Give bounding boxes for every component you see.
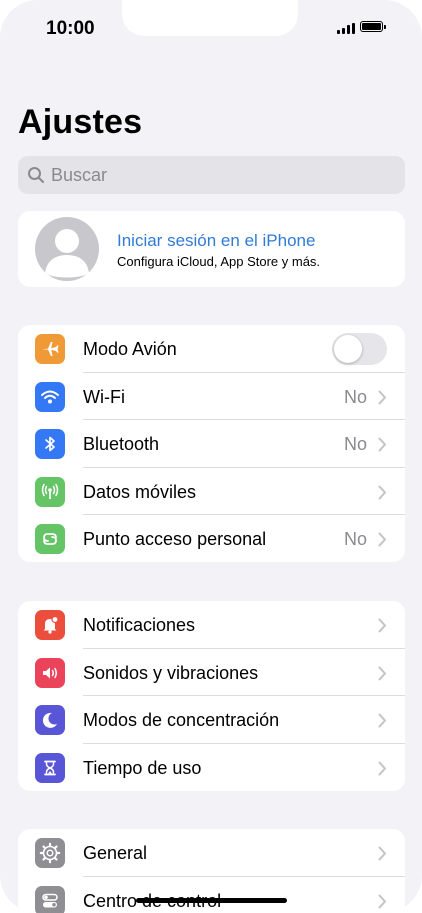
airplane-icon <box>35 334 65 364</box>
chevron-right-icon <box>378 532 386 547</box>
notifications-group: Notificaciones Sonidos y vibraciones Mod… <box>18 601 405 791</box>
sign-in-subtitle: Configura iCloud, App Store y más. <box>117 254 321 269</box>
row-label: Sonidos y vibraciones <box>83 662 259 683</box>
search-icon <box>28 167 44 183</box>
search-placeholder: Buscar <box>51 164 108 185</box>
row-label: Punto acceso personal <box>83 529 267 549</box>
row-focus[interactable]: Modos de concentración <box>18 696 405 744</box>
row-value: No <box>343 434 367 454</box>
moon-icon <box>35 705 65 735</box>
phone-screen: 10:00 Ajustes Buscar Iniciar sesión en e… <box>0 0 422 913</box>
row-screen-time[interactable]: Tiempo de uso <box>18 744 405 792</box>
row-label: Bluetooth <box>83 434 160 454</box>
wifi-icon <box>35 381 65 412</box>
gear-icon <box>35 838 65 868</box>
row-control-center[interactable]: Centro de control <box>18 877 405 913</box>
avatar <box>35 217 99 281</box>
row-airplane-mode[interactable]: Modo Avión <box>18 325 405 373</box>
battery-icon <box>360 21 386 32</box>
person-icon <box>45 229 89 278</box>
row-mobile-data[interactable]: Datos móviles <box>18 468 405 515</box>
bell-icon <box>35 610 65 640</box>
home-indicator[interactable] <box>136 898 287 903</box>
page-title: Ajustes <box>18 103 143 141</box>
row-label: Wi-Fi <box>83 386 125 407</box>
airplane-mode-toggle[interactable] <box>332 333 387 365</box>
chevron-right-icon <box>378 485 386 499</box>
toggle-knob <box>334 335 362 363</box>
row-value: No <box>343 386 367 407</box>
notch <box>122 0 298 36</box>
cellular-signal-icon <box>337 23 355 34</box>
chevron-right-icon <box>378 618 386 633</box>
bluetooth-icon <box>35 429 65 459</box>
row-label: Modo Avión <box>83 339 177 359</box>
chevron-right-icon <box>378 894 386 908</box>
row-label: Datos móviles <box>83 481 197 502</box>
switches-icon <box>35 885 65 913</box>
row-label: General <box>83 843 148 863</box>
chevron-right-icon <box>378 390 386 404</box>
row-personal-hotspot[interactable]: Punto acceso personal No <box>18 515 405 562</box>
row-sounds[interactable]: Sonidos y vibraciones <box>18 649 405 696</box>
chevron-right-icon <box>378 666 386 680</box>
status-time: 10:00 <box>46 18 95 39</box>
chevron-right-icon <box>378 761 386 775</box>
connectivity-group: Modo Avión Wi-Fi No Bluetooth No Datos m… <box>18 325 405 562</box>
antenna-icon <box>35 476 65 507</box>
sign-in-card[interactable]: Iniciar sesión en el iPhone Configura iC… <box>18 211 405 287</box>
row-label: Tiempo de uso <box>83 757 202 778</box>
search-input[interactable]: Buscar <box>18 156 405 194</box>
row-general[interactable]: General <box>18 829 405 877</box>
hourglass-icon <box>35 752 65 783</box>
row-label: Modos de concentración <box>83 710 280 730</box>
speaker-icon <box>35 657 65 688</box>
chevron-right-icon <box>378 437 386 452</box>
row-notifications[interactable]: Notificaciones <box>18 601 405 649</box>
chevron-right-icon <box>378 713 386 728</box>
chevron-right-icon <box>378 846 386 861</box>
row-bluetooth[interactable]: Bluetooth No <box>18 420 405 468</box>
row-value: No <box>343 529 367 549</box>
hotspot-icon <box>35 524 65 554</box>
sign-in-title: Iniciar sesión en el iPhone <box>117 231 316 250</box>
row-label: Notificaciones <box>83 615 196 635</box>
row-wifi[interactable]: Wi-Fi No <box>18 373 405 420</box>
